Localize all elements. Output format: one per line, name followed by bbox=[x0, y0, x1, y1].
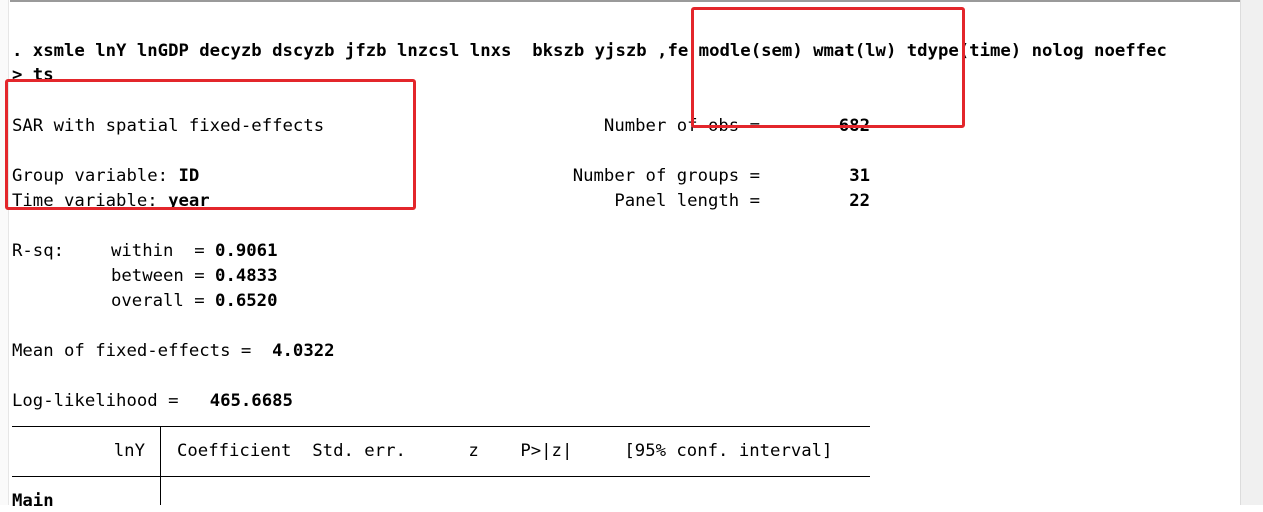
table-header-rule bbox=[12, 476, 870, 477]
table-divider bbox=[160, 426, 161, 505]
rsq-between: between = 0.4833 bbox=[111, 265, 277, 287]
command-line: . xsmle lnY lnGDP decyzb dscyzb jfzb lnz… bbox=[12, 41, 1167, 61]
rsq-within-value: 0.9061 bbox=[215, 241, 278, 261]
rsq-within-label: within = bbox=[111, 241, 205, 261]
rsq-overall: overall = 0.6520 bbox=[111, 290, 277, 312]
log-likelihood-value: 465.6685 bbox=[209, 391, 293, 411]
fe-mean: Mean of fixed-effects = 4.0322 bbox=[12, 340, 335, 362]
rsq-overall-value: 0.6520 bbox=[215, 291, 278, 311]
panel-length-value: 22 bbox=[849, 191, 870, 211]
ngroups-value: 31 bbox=[849, 166, 870, 186]
log-likelihood: Log-likelihood = 465.6685 bbox=[12, 390, 293, 412]
rsq-label: R-sq: bbox=[12, 241, 65, 261]
table-depvar: lnY bbox=[113, 441, 145, 461]
ngroups-label: Number of groups = bbox=[572, 166, 760, 186]
rsq-overall-label: overall = bbox=[111, 291, 205, 311]
rsq-between-label: between = bbox=[111, 266, 205, 286]
highlight-box-model-title bbox=[5, 79, 416, 210]
fe-mean-label: Mean of fixed-effects = bbox=[12, 341, 252, 361]
log-likelihood-label: Log-likelihood = bbox=[12, 391, 179, 411]
vertical-scrollbar[interactable] bbox=[1240, 0, 1263, 505]
results-top-border bbox=[10, 0, 1240, 2]
table-top-rule bbox=[12, 426, 870, 427]
left-scroll-edge bbox=[0, 0, 9, 505]
rsq-within: within = 0.9061 bbox=[111, 240, 277, 262]
table-row-label: Main bbox=[12, 491, 54, 511]
rsq-between-value: 0.4833 bbox=[215, 266, 278, 286]
highlight-box-command-options bbox=[691, 7, 965, 128]
fe-mean-value: 4.0322 bbox=[272, 341, 335, 361]
table-column-headers: Coefficient Std. err. z P>|z| [95% conf.… bbox=[177, 441, 833, 461]
panel-length-label: Panel length = bbox=[614, 191, 760, 211]
